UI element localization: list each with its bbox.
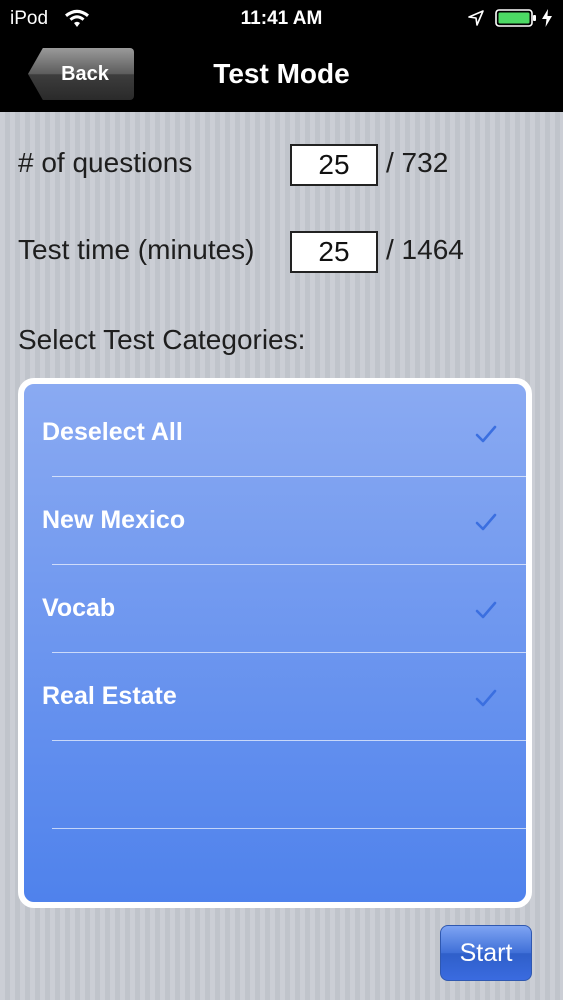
- categories-heading: Select Test Categories:: [18, 324, 306, 355]
- category-label: Vocab: [42, 594, 116, 622]
- checkmark-icon: [475, 425, 497, 443]
- empty-list-row: [24, 736, 526, 824]
- questions-total: / 732: [386, 147, 449, 178]
- navigation-bar: Back Test Mode: [0, 38, 563, 112]
- category-label: Deselect All: [42, 418, 183, 446]
- category-row-vocab[interactable]: Vocab: [24, 560, 526, 648]
- page-title: Test Mode: [213, 58, 350, 89]
- test-time-total: / 1464: [386, 234, 464, 265]
- test-time-input[interactable]: [290, 231, 378, 273]
- category-list: Deselect All New Mexico Vocab Real Estat…: [18, 378, 532, 908]
- questions-label: # of questions: [18, 147, 193, 178]
- checkmark-icon: [475, 513, 497, 531]
- category-row-new-mexico[interactable]: New Mexico: [24, 472, 526, 560]
- battery-icon: [495, 9, 536, 27]
- start-button[interactable]: Start: [440, 925, 532, 981]
- category-row-real-estate[interactable]: Real Estate: [24, 648, 526, 736]
- test-time-label: Test time (minutes): [18, 234, 255, 265]
- checkmark-icon: [475, 601, 497, 619]
- questions-count-input[interactable]: [290, 144, 378, 186]
- category-label: Real Estate: [42, 682, 177, 710]
- charging-bolt-icon: [542, 9, 552, 27]
- category-row-deselect-all[interactable]: Deselect All: [24, 384, 526, 472]
- row-separator: [52, 828, 526, 829]
- location-arrow-icon: [468, 10, 484, 26]
- checkmark-icon: [475, 689, 497, 707]
- category-label: New Mexico: [42, 506, 186, 534]
- status-bar: iPod 11:41 AM: [0, 0, 563, 38]
